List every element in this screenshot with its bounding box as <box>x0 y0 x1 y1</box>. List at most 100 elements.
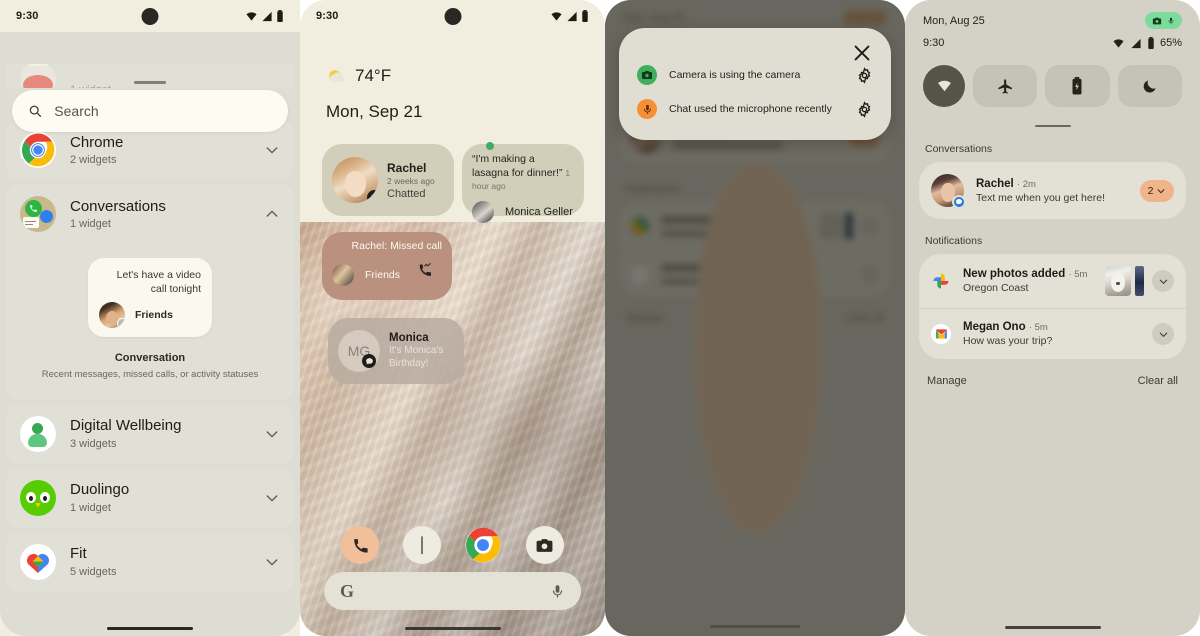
notification-photos[interactable]: New photos added · 5m Oregon Coast <box>919 254 1186 308</box>
expand-button[interactable] <box>1152 270 1174 292</box>
conversation-preview-card[interactable]: Let's have a video call tonight Friends <box>88 258 212 338</box>
conversation-tile-birthday[interactable]: MG Monica It's Monica's Birthday! <box>328 318 464 384</box>
status-bar: 9:30 <box>0 0 300 32</box>
preview-label: Friends <box>135 309 173 322</box>
contact-name: Monica <box>389 332 429 344</box>
qs-tile-battery-saver[interactable] <box>1045 65 1110 107</box>
duolingo-icon <box>20 479 56 516</box>
gear-icon[interactable] <box>856 66 873 84</box>
widget-row-duolingo[interactable]: Duolingo 1 widget <box>6 467 294 528</box>
shade-drag-handle[interactable] <box>1034 125 1071 127</box>
google-search-widget[interactable]: G <box>324 572 581 610</box>
chevron-down-icon <box>1158 188 1165 193</box>
chevron-down-icon[interactable] <box>264 490 280 506</box>
weather-widget[interactable]: 74°F <box>326 66 391 86</box>
message-count-badge[interactable]: 2 <box>1140 179 1174 202</box>
status-time: 9:30 <box>16 10 39 22</box>
activity-label: Chatted <box>387 187 426 200</box>
conversation-notification-rachel[interactable]: Rachel · 2m Text me when you get here! 2 <box>919 162 1186 219</box>
manage-button[interactable]: Manage <box>927 375 967 387</box>
privacy-indicator-pill[interactable] <box>1145 12 1182 29</box>
chevron-down-icon[interactable] <box>264 426 280 442</box>
privacy-row-microphone[interactable]: Chat used the microphone recently <box>619 92 891 126</box>
shade-time: 9:30 <box>923 37 945 49</box>
notifications-group: New photos added · 5m Oregon Coast Megan… <box>919 254 1186 359</box>
conversation-tile-missed-call[interactable]: Rachel: Missed call Friends <box>322 232 452 300</box>
camera-icon[interactable] <box>525 526 564 564</box>
conversation-tile-rachel[interactable]: Rachel 2 weeks ago Chatted <box>322 144 454 216</box>
chevron-down-icon[interactable] <box>264 554 280 570</box>
google-g-icon: G <box>340 580 355 601</box>
widget-row-count: 1 widget <box>70 218 111 231</box>
gmail-icon <box>931 324 951 344</box>
battery-icon <box>1148 37 1154 49</box>
signal-icon <box>1131 38 1141 48</box>
camera-icon <box>1152 17 1162 24</box>
status-icons <box>245 10 284 22</box>
widget-row-fit[interactable]: Fit 5 widgets <box>6 531 294 592</box>
search-bar[interactable] <box>12 90 288 132</box>
missed-call-icon <box>419 262 431 276</box>
count-value: 2 <box>1147 184 1154 197</box>
notification-time: · 5m <box>1068 269 1088 280</box>
date-label: Mon, Sep 21 <box>326 102 423 121</box>
gear-icon[interactable] <box>856 100 873 118</box>
notification-gmail[interactable]: Megan Ono · 5m How was your trip? <box>919 308 1186 359</box>
fit-icon <box>20 543 56 580</box>
avatar <box>99 302 125 329</box>
wifi-icon <box>1113 38 1124 48</box>
phone-notification-shade: Mon, Aug 25 9:30 65% Conversations Rache… <box>905 0 1200 636</box>
battery-icon <box>277 10 283 22</box>
notification-body: Oregon Coast <box>963 282 1029 294</box>
chevron-up-icon[interactable] <box>264 206 280 222</box>
chevron-down-icon[interactable] <box>264 142 280 158</box>
qs-tile-dark-theme[interactable] <box>1117 65 1182 107</box>
widget-row-digital-wellbeing[interactable]: Digital Wellbeing 3 widgets <box>6 403 294 464</box>
qs-tile-wifi[interactable] <box>923 65 965 107</box>
chat-badge-icon <box>952 195 966 209</box>
online-dot <box>486 142 494 150</box>
widget-description: Recent messages, missed calls, or activi… <box>41 369 259 381</box>
chrome-icon[interactable] <box>464 526 502 564</box>
chat-badge-icon <box>367 190 378 203</box>
nav-bar-handle[interactable] <box>710 625 800 628</box>
nav-bar-handle[interactable] <box>107 627 193 630</box>
airplane-icon <box>998 78 1012 94</box>
avatar <box>472 200 494 223</box>
photo-thumbnail-secondary[interactable] <box>1135 266 1144 296</box>
group-label: Friends <box>365 269 401 281</box>
widget-row-title: Duolingo <box>70 481 130 499</box>
wifi-icon <box>246 11 257 21</box>
photo-thumbnail[interactable] <box>1105 266 1131 296</box>
expand-button[interactable] <box>1152 323 1174 345</box>
photos-icon <box>933 273 949 289</box>
nav-bar-handle[interactable] <box>1004 626 1101 629</box>
notification-time: · 5m <box>1028 322 1048 333</box>
qs-tile-airplane[interactable] <box>973 65 1038 107</box>
chevron-down-icon <box>1159 332 1167 337</box>
nav-bar-handle[interactable] <box>404 627 501 630</box>
birthday-message: It's Monica's Birthday! <box>389 345 444 369</box>
phone-icon[interactable] <box>341 526 380 564</box>
search-input[interactable] <box>54 103 272 119</box>
phone-privacy-dialog: Mon, Aug 25 Conversations Notifications <box>605 0 905 636</box>
quick-settings <box>905 49 1200 107</box>
notification-body: Text me when you get here! <box>976 191 1105 204</box>
close-icon[interactable] <box>851 42 873 64</box>
microphone-icon <box>1168 17 1174 24</box>
chat-badge-icon <box>362 354 376 368</box>
mic-icon[interactable] <box>550 584 565 599</box>
contact-name: Monica Geller <box>505 205 573 218</box>
conversation-tile-monica[interactable]: “I'm making a lasagna for dinner!” 1 hou… <box>462 142 584 223</box>
camera-punch-hole <box>141 8 159 25</box>
battery-saver-icon <box>1072 77 1082 95</box>
clear-all-button[interactable]: Clear all <box>1138 375 1178 387</box>
signal-icon <box>567 11 577 21</box>
widget-row-conversations[interactable]: Conversations 1 widget <box>6 184 294 244</box>
notification-time: · 2m <box>1016 178 1036 190</box>
privacy-dialog: Camera is using the camera Chat used the… <box>619 28 891 140</box>
clock-icon[interactable] <box>402 526 441 564</box>
notification-body: How was your trip? <box>963 335 1053 347</box>
digital-wellbeing-icon <box>20 415 56 452</box>
conversations-group: Rachel · 2m Text me when you get here! 2 <box>919 162 1186 219</box>
